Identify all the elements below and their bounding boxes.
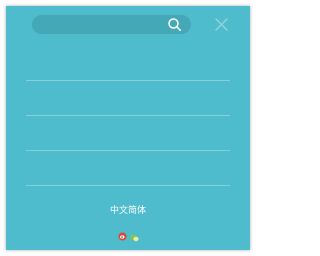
wechat-icon[interactable] xyxy=(130,227,139,242)
menu-divider xyxy=(26,150,230,151)
search-icon[interactable] xyxy=(167,17,182,32)
search-input[interactable] xyxy=(44,15,164,34)
menu-divider xyxy=(26,185,230,186)
navigation-panel: 中文简体 xyxy=(6,6,250,250)
search-box[interactable] xyxy=(32,15,191,34)
menu-divider xyxy=(26,115,230,116)
close-icon[interactable] xyxy=(214,17,229,32)
language-switch-link[interactable]: 中文简体 xyxy=(6,203,250,216)
menu-divider xyxy=(26,80,230,81)
weibo-icon[interactable] xyxy=(118,226,127,241)
social-links xyxy=(118,226,140,242)
